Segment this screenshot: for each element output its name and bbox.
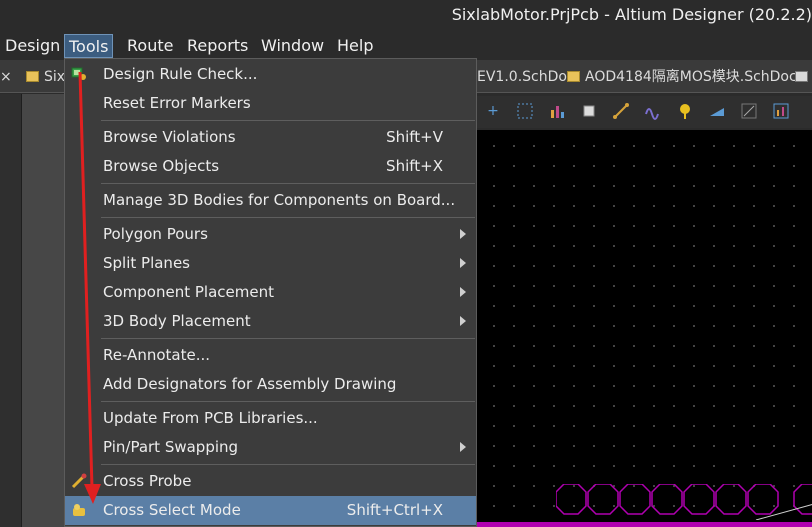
shortcut-label: Shift+Ctrl+X [346,501,443,519]
menu-item-reset-error-markers[interactable]: Reset Error Markers [65,89,476,118]
menu-separator [101,120,475,121]
menu-item-browse-objects[interactable]: Browse Objects Shift+X [65,152,476,181]
shortcut-label: Shift+X [386,157,443,175]
tab-aod4184-schdoc[interactable]: AOD4184隔离MOS模块.SchDoc [567,66,797,88]
pad-row [556,484,812,520]
menu-item-cross-probe[interactable]: Cross Probe [65,467,476,496]
dimension-icon[interactable] [772,102,790,120]
menu-item-component-placement[interactable]: Component Placement [65,278,476,307]
menu-design[interactable]: Design [1,34,64,58]
tab-label: Six [44,69,66,85]
menu-item-3d-body-placement[interactable]: 3D Body Placement [65,307,476,336]
menu-window[interactable]: Window [257,34,328,58]
chart-icon[interactable] [548,102,566,120]
menu-tools[interactable]: Tools [64,34,114,58]
title-bar: SixlabMotor.PrjPcb - Altium Designer (20… [0,0,812,32]
tab-sixlab[interactable]: Six [26,66,65,88]
cross-probe-icon [71,473,87,489]
left-panel [0,94,22,527]
menu-item-browse-violations[interactable]: Browse Violations Shift+V [65,123,476,152]
menu-separator [101,401,475,402]
submenu-arrow-icon [460,258,466,268]
menu-reports[interactable]: Reports [183,34,252,58]
tab-label: EV1.0.SchDoc [477,69,575,85]
pcb-active-toolbar: + [476,96,812,128]
menu-separator [101,464,475,465]
board-edge-trace [476,522,812,527]
tab-overflow-icon[interactable] [795,66,812,88]
menu-bar: Design Tools Route Reports Window Help [0,32,812,59]
pcb-canvas[interactable] [476,130,812,527]
submenu-arrow-icon [460,229,466,239]
menu-item-add-designators[interactable]: Add Designators for Assembly Drawing [65,370,476,399]
component-icon[interactable] [580,102,598,120]
menu-separator [101,217,475,218]
route-icon[interactable] [612,102,630,120]
via-icon[interactable] [676,102,694,120]
line-icon[interactable] [740,102,758,120]
shortcut-label: Shift+V [386,128,443,146]
tab-close-icon[interactable]: × [0,66,12,88]
menu-separator [101,338,475,339]
tools-dropdown-menu: Design Rule Check... Reset Error Markers… [64,58,477,527]
menu-help[interactable]: Help [333,34,377,58]
select-rect-icon[interactable] [516,102,534,120]
submenu-arrow-icon [460,442,466,452]
schdoc-icon [567,71,580,82]
interactive-diff-pair-icon[interactable] [644,102,662,120]
doc-icon [795,71,808,82]
menu-item-split-planes[interactable]: Split Planes [65,249,476,278]
pcb-doc-icon [26,71,39,82]
add-icon[interactable]: + [484,102,502,120]
menu-item-re-annotate[interactable]: Re-Annotate... [65,341,476,370]
cross-select-icon [71,502,87,518]
tab-ev1-schdoc[interactable]: EV1.0.SchDoc [477,66,575,88]
tab-label: AOD4184隔离MOS模块.SchDoc [585,69,797,85]
submenu-arrow-icon [460,316,466,326]
menu-item-pin-part-swapping[interactable]: Pin/Part Swapping [65,433,476,462]
window-title: SixlabMotor.PrjPcb - Altium Designer (20… [451,5,812,24]
polygon-icon[interactable] [708,102,726,120]
panel-strip [22,94,64,527]
menu-route[interactable]: Route [123,34,177,58]
menu-item-design-rule-check[interactable]: Design Rule Check... [65,60,476,89]
menu-item-cross-select-mode[interactable]: Cross Select Mode Shift+Ctrl+X [65,496,476,525]
menu-item-update-from-pcb-libraries[interactable]: Update From PCB Libraries... [65,404,476,433]
menu-separator [101,183,475,184]
submenu-arrow-icon [460,287,466,297]
menu-item-manage-3d-bodies[interactable]: Manage 3D Bodies for Components on Board… [65,186,476,215]
menu-item-polygon-pours[interactable]: Polygon Pours [65,220,476,249]
drc-icon [71,66,87,82]
